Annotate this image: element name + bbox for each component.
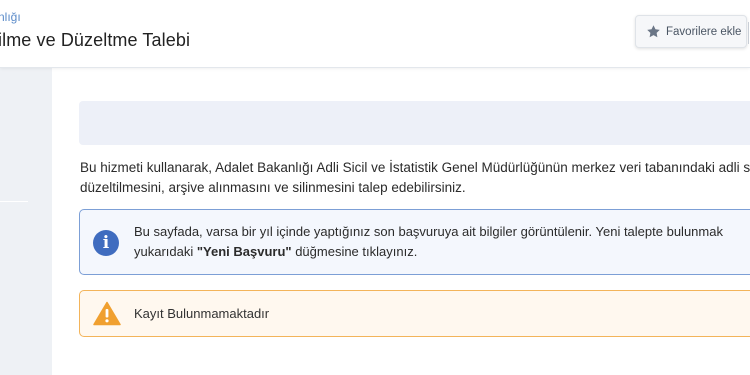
add-to-favorites-button[interactable]: Favorilere ekle [635, 15, 747, 48]
info-icon: i [93, 230, 119, 256]
main-content: Bu hizmeti kullanarak, Adalet Bakanlığı … [52, 68, 750, 375]
description-line-2: düzeltilmesini, arşive alınmasını ve sil… [80, 180, 466, 195]
action-bar [79, 101, 750, 145]
header-divider [748, 22, 749, 44]
page-title: ilme ve Düzeltme Talebi [0, 30, 191, 50]
new-application-reference: "Yeni Başvuru" [196, 244, 292, 259]
info-line-1: Bu sayfada, varsa bir yıl içinde yaptığı… [134, 224, 723, 239]
warning-alert: Kayıt Bulunmamaktadır [79, 290, 750, 337]
info-line-2-start: yukarıdaki [134, 244, 197, 259]
description-line-1: Bu hizmeti kullanarak, Adalet Bakanlığı … [80, 160, 750, 175]
breadcrumb[interactable]: nlığı [0, 10, 21, 24]
sidebar-divider [0, 201, 28, 202]
warning-text: Kayıt Bulunmamaktadır [134, 306, 270, 321]
service-description: Bu hizmeti kullanarak, Adalet Bakanlığı … [80, 158, 750, 198]
warning-icon [93, 301, 121, 326]
info-alert: i Bu sayfada, varsa bir yıl içinde yaptı… [79, 209, 750, 275]
info-alert-text: Bu sayfada, varsa bir yıl içinde yaptığı… [134, 222, 750, 262]
sidebar [0, 68, 52, 375]
star-icon [647, 25, 660, 38]
info-line-2-end: düğmesine tıklayınız. [291, 244, 418, 259]
page-header: nlığı ilme ve Düzeltme Talebi Favorilere… [0, 0, 750, 68]
add-to-favorites-label: Favorilere ekle [666, 25, 742, 38]
info-line-2: yukarıdaki "Yeni Başvuru" düğmesine tıkl… [134, 242, 750, 262]
